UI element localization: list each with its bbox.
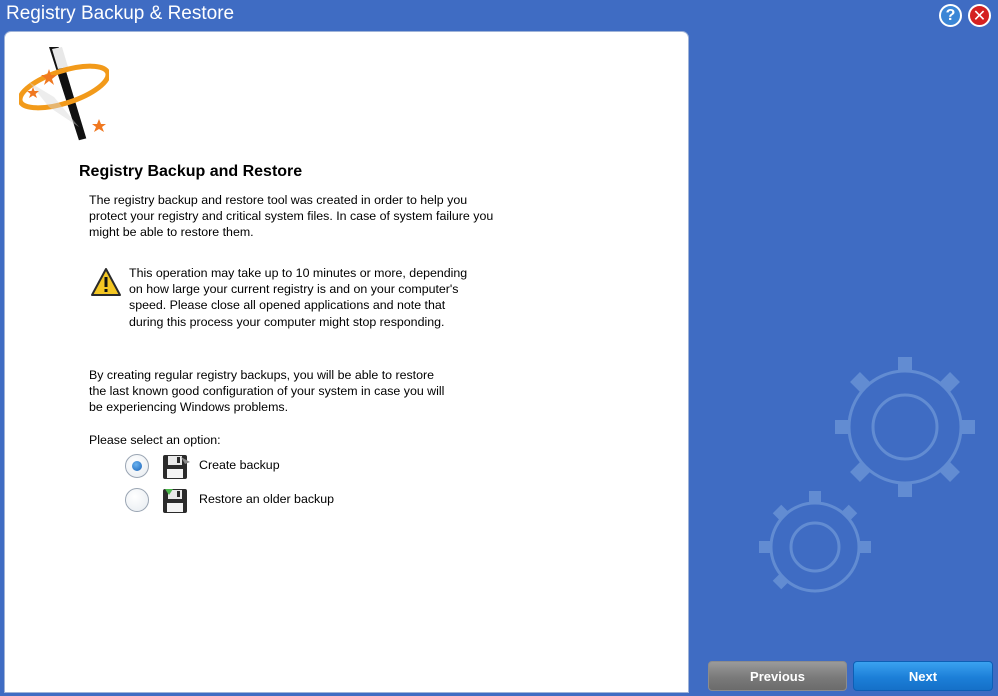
floppy-disk-save-icon (163, 455, 190, 479)
restore-backup-radio[interactable] (125, 488, 149, 512)
gears-decoration-icon (759, 357, 975, 593)
create-backup-option[interactable]: Create backup (125, 452, 425, 482)
page-heading: Registry Backup and Restore (79, 163, 303, 180)
create-backup-label: Create backup (199, 458, 280, 472)
restore-backup-option[interactable]: Restore an older backup (125, 486, 425, 516)
next-button-label: Next (908, 668, 938, 684)
window-title: Registry Backup & Restore (6, 3, 235, 24)
help-icon: ? (945, 6, 956, 24)
help-button[interactable]: ? (939, 4, 962, 27)
warning-text: This operation may take up to 10 minutes… (129, 266, 468, 329)
floppy-disk-restore-icon (163, 489, 187, 513)
next-button[interactable]: Next (853, 661, 993, 691)
close-button[interactable]: ✕ (968, 4, 991, 27)
content-panel: Registry Backup and Restore The registry… (4, 31, 689, 693)
create-backup-radio[interactable] (125, 454, 149, 478)
regular-backups-text: By creating regular registry backups, yo… (89, 368, 445, 415)
magic-wand-icon (19, 47, 109, 141)
restore-backup-label: Restore an older backup (199, 492, 335, 506)
select-option-prompt: Please select an option: (89, 433, 221, 447)
intro-text: The registry backup and restore tool was… (89, 193, 494, 240)
title-bar: Registry Backup & Restore ? ✕ (0, 0, 998, 31)
warning-icon (91, 268, 121, 296)
previous-button-label: Previous (750, 668, 805, 684)
previous-button[interactable]: Previous (708, 661, 847, 691)
close-icon: ✕ (972, 7, 987, 25)
